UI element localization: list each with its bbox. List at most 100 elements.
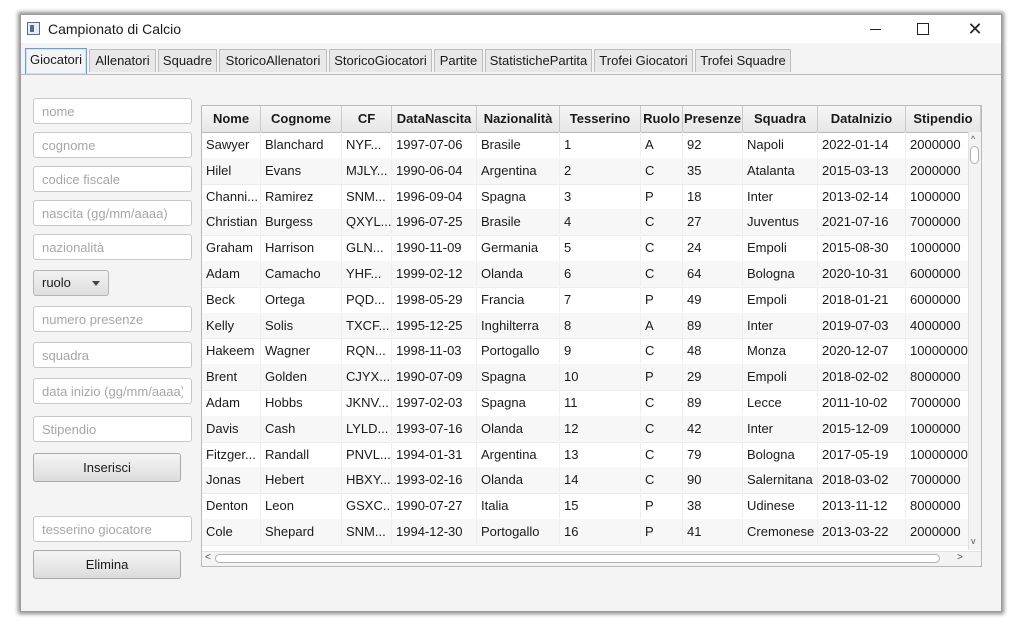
table-row[interactable]: Graham Harrison GLN... 1990-11-09 Germania 5 C… [202, 235, 968, 262]
cell-stipendio: 7000000 [906, 209, 968, 234]
maximize-button[interactable] [899, 15, 947, 43]
cell-presenze: 48 [683, 338, 743, 364]
cell-cf: NYF... [342, 132, 392, 157]
cell-data-inizio: 2020-10-31 [818, 261, 906, 286]
table-row[interactable]: Cole Shepard SNM... 1994-12-30 Portogallo 16 P… [202, 519, 968, 546]
cell-ruolo: P [641, 493, 683, 519]
cell-tesserino: 5 [560, 235, 641, 261]
tab-allenatori[interactable]: Allenatori [89, 49, 156, 72]
cell-squadra: Inter [743, 415, 818, 441]
cell-squadra: Bologna [743, 261, 818, 286]
nome-input[interactable] [33, 98, 192, 124]
table-row[interactable]: Kelly Solis TXCF... 1995-12-25 Inghilterra 8 A… [202, 312, 968, 340]
cell-ruolo: C [641, 235, 683, 261]
cell-nazionalita: Spagna [477, 364, 560, 390]
table-row[interactable]: Beck Ortega PQD... 1998-05-29 Francia 7 P 49 Emp… [202, 286, 968, 314]
close-button[interactable]: ✕ [951, 15, 999, 43]
table-row[interactable]: Christian Burgess QXYL... 1996-07-25 Brasile… [202, 209, 968, 237]
cell-cf: GLN... [342, 235, 392, 261]
cell-squadra: Salernitana [743, 467, 818, 493]
cell-ruolo: P [641, 519, 683, 544]
tab-bar: Giocatori Allenatori Squadre StoricoAlle… [21, 46, 1001, 75]
presenze-input[interactable] [33, 306, 192, 332]
inserisci-button[interactable]: Inserisci [33, 453, 181, 482]
tab-squadre[interactable]: Squadre [158, 49, 217, 72]
cell-cognome: Blanchard [261, 132, 342, 157]
table-row[interactable]: Sawyer Blanchard NYF... 1997-07-06 Brasile 1 A… [202, 132, 968, 159]
data-inizio-input[interactable] [33, 378, 192, 404]
tab-trofei-squadre[interactable]: Trofei Squadre [695, 49, 791, 72]
table-row[interactable]: Jonas Hebert HBXY... 1993-02-16 Olanda 14 C 90 S… [202, 467, 968, 495]
cell-data-nascita: 1993-02-16 [392, 467, 477, 493]
nazionalita-input[interactable] [33, 234, 192, 260]
cell-nome: Graham [202, 235, 261, 261]
table-row[interactable]: Channi... Ramirez SNM... 1996-09-04 Spagna 3 P… [202, 183, 968, 211]
column-header[interactable]: Nazionalità [477, 106, 560, 132]
cell-data-nascita: 1990-07-09 [392, 364, 477, 390]
tab-partite[interactable]: Partite [434, 49, 483, 72]
tab-statistiche-partita[interactable]: StatistichePartita [485, 49, 592, 72]
column-header[interactable]: Ruolo [641, 106, 683, 132]
giocatori-table[interactable]: Nome Cognome CF DataNascita Nazionalità … [201, 105, 982, 567]
cell-stipendio: 6000000 [906, 287, 968, 312]
horizontal-scrollbar[interactable]: < > [202, 551, 981, 566]
horizontal-scroll-thumb[interactable] [215, 554, 940, 563]
scroll-down-icon[interactable]: v [971, 536, 976, 546]
minimize-button[interactable] [851, 15, 899, 43]
elimina-button[interactable]: Elimina [33, 550, 181, 579]
squadra-input[interactable] [33, 342, 192, 368]
cell-tesserino: 12 [560, 415, 641, 441]
table-row[interactable]: Brent Golden CJYX... 1990-07-09 Spagna 10 P 29 E… [202, 364, 968, 391]
cell-tesserino: 6 [560, 261, 641, 286]
scroll-up-icon[interactable]: ^ [971, 134, 975, 144]
codice-fiscale-input[interactable] [33, 166, 192, 192]
cell-stipendio: 10000000 [906, 338, 968, 363]
column-header[interactable]: Tesserino [560, 106, 641, 132]
table-row[interactable]: Davis Cash LYLD... 1993-07-16 Olanda 12 C 42 Int… [202, 415, 968, 443]
ruolo-select[interactable]: ruolo [33, 270, 109, 296]
column-header[interactable]: DataNascita [392, 106, 477, 132]
table-row[interactable]: Fitzger... Randall PNVL... 1994-01-31 Argent… [202, 441, 968, 469]
tesserino-input[interactable] [33, 516, 192, 542]
tab-giocatori[interactable]: Giocatori [25, 48, 87, 74]
cell-stipendio: 8000000 [906, 364, 968, 389]
vertical-scroll-thumb[interactable] [970, 146, 979, 164]
table-row[interactable]: Denton Leon GSXC... 1990-07-27 Italia 15 P 38 Ud… [202, 493, 968, 520]
column-header[interactable]: Squadra [743, 106, 818, 132]
cell-ruolo: C [641, 467, 683, 493]
column-header[interactable]: Stipendio [906, 106, 981, 132]
cognome-input[interactable] [33, 132, 192, 158]
column-header[interactable]: Nome [202, 106, 261, 132]
cell-stipendio: 7000000 [906, 467, 968, 492]
column-header[interactable]: CF [342, 106, 392, 132]
cell-data-inizio: 2018-01-21 [818, 286, 906, 312]
table-row[interactable]: Hilel Evans MJLY... 1990-06-04 Argentina 2 C 35… [202, 157, 968, 185]
table-row[interactable]: Hakeem Wagner RQN... 1998-11-03 Portogallo 9 C… [202, 338, 968, 366]
cell-nome: Jonas [202, 467, 261, 493]
cell-tesserino: 9 [560, 338, 641, 364]
cell-data-inizio: 2018-03-02 [818, 467, 906, 493]
cell-cognome: Hebert [261, 467, 342, 493]
cell-squadra: Monza [743, 338, 818, 364]
column-header[interactable]: Cognome [261, 106, 342, 132]
column-header[interactable]: DataInizio [818, 106, 906, 132]
table-row[interactable]: Adam Hobbs JKNV... 1997-02-03 Spagna 11 C 89 Lec… [202, 390, 968, 417]
tab-storico-giocatori[interactable]: StoricoGiocatori [329, 49, 432, 72]
tab-storico-allenatori[interactable]: StoricoAllenatori [219, 49, 327, 72]
column-header[interactable]: Presenze [683, 106, 743, 132]
nascita-input[interactable] [33, 200, 192, 226]
stipendio-input[interactable] [33, 416, 192, 442]
cell-nome: Adam [202, 261, 261, 286]
tab-trofei-giocatori[interactable]: Trofei Giocatori [594, 49, 693, 72]
vertical-scrollbar[interactable]: ^ v [968, 132, 981, 550]
table-row[interactable]: Adam Camacho YHF... 1999-02-12 Olanda 6 C 64 Bol… [202, 261, 968, 288]
scroll-left-icon[interactable]: < [205, 552, 211, 563]
cell-nome: Kelly [202, 312, 261, 338]
cell-data-nascita: 1998-11-03 [392, 338, 477, 364]
title-bar: Campionato di Calcio ✕ [21, 15, 1001, 43]
cell-ruolo: P [641, 364, 683, 390]
scroll-right-icon[interactable]: > [957, 552, 963, 563]
cell-squadra: Cremonese [743, 519, 818, 544]
app-window: Campionato di Calcio ✕ Giocatori Allenat… [20, 14, 1002, 612]
cell-cognome: Shepard [261, 519, 342, 544]
